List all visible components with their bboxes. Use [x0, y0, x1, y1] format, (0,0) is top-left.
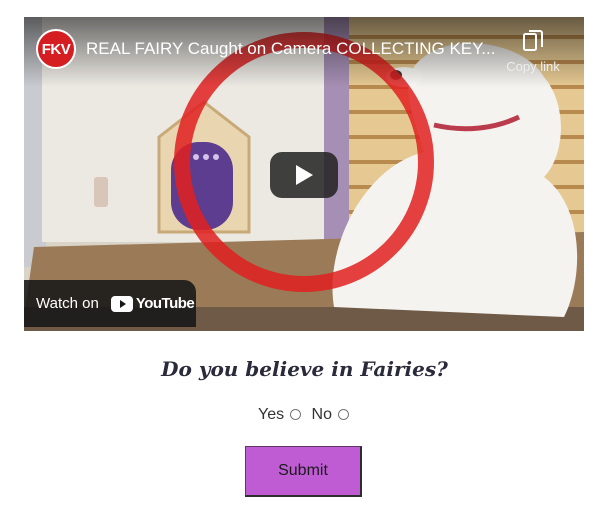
channel-badge-text: FKV [41, 40, 71, 58]
option-no-label[interactable]: No [312, 406, 332, 423]
option-no-radio[interactable] [338, 409, 349, 421]
copy-icon [523, 30, 543, 51]
play-icon [296, 165, 313, 185]
channel-avatar[interactable]: FKV [36, 29, 76, 69]
copy-link-label: Copy link [506, 59, 560, 74]
watch-on-youtube-button[interactable]: Watch on YouTube [24, 280, 196, 327]
watch-on-label: Watch on [36, 295, 99, 312]
copy-link-button[interactable]: Copy link [502, 29, 564, 74]
submit-button[interactable]: Submit [245, 446, 362, 497]
play-button[interactable] [270, 152, 338, 198]
video-title[interactable]: REAL FAIRY Caught on Camera COLLECTING K… [86, 39, 506, 59]
youtube-embed[interactable]: FKV REAL FAIRY Caught on Camera COLLECTI… [24, 17, 584, 331]
answer-radio-group: Yes No [0, 406, 609, 424]
option-yes-label[interactable]: Yes [258, 406, 284, 423]
youtube-wordmark: YouTube [135, 295, 195, 312]
youtube-icon [110, 295, 133, 312]
youtube-logo: YouTube [110, 295, 195, 312]
question-heading: Do you believe in Fairies? [161, 357, 448, 381]
option-yes-radio[interactable] [290, 409, 302, 421]
